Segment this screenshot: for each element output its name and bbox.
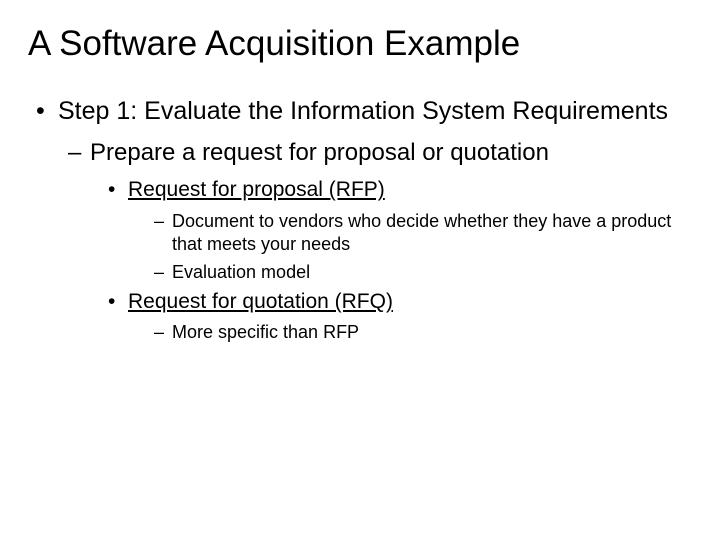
bullet-text: More specific than RFP <box>172 321 678 344</box>
dash-icon: – <box>154 321 172 344</box>
dash-icon: – <box>154 210 172 233</box>
bullet-text: Prepare a request for proposal or quotat… <box>90 139 549 166</box>
bullet-dot: • <box>108 176 128 203</box>
bullet-text: Request for proposal (RFP) <box>128 178 385 201</box>
slide-title: A Software Acquisition Example <box>28 24 692 64</box>
bullet-text: Step 1: Evaluate the Information System … <box>58 97 668 125</box>
bullet-level4-rfq-desc: –More specific than RFP <box>154 321 692 344</box>
bullet-level3-rfp: •Request for proposal (RFP) <box>108 176 692 203</box>
bullet-dot: • <box>36 96 58 127</box>
bullet-text: Request for quotation (RFQ) <box>128 290 393 313</box>
bullet-level3-rfq: •Request for quotation (RFQ) <box>108 288 692 315</box>
bullet-level1: •Step 1: Evaluate the Information System… <box>36 96 692 127</box>
bullet-level2: –Prepare a request for proposal or quota… <box>68 137 692 168</box>
bullet-level4-rfp-desc: –Document to vendors who decide whether … <box>154 210 692 257</box>
bullet-text: Document to vendors who decide whether t… <box>172 210 678 257</box>
bullet-level4-eval: –Evaluation model <box>154 261 692 284</box>
dash-icon: – <box>68 137 90 168</box>
bullet-text: Evaluation model <box>172 261 678 284</box>
dash-icon: – <box>154 261 172 284</box>
bullet-dot: • <box>108 288 128 315</box>
